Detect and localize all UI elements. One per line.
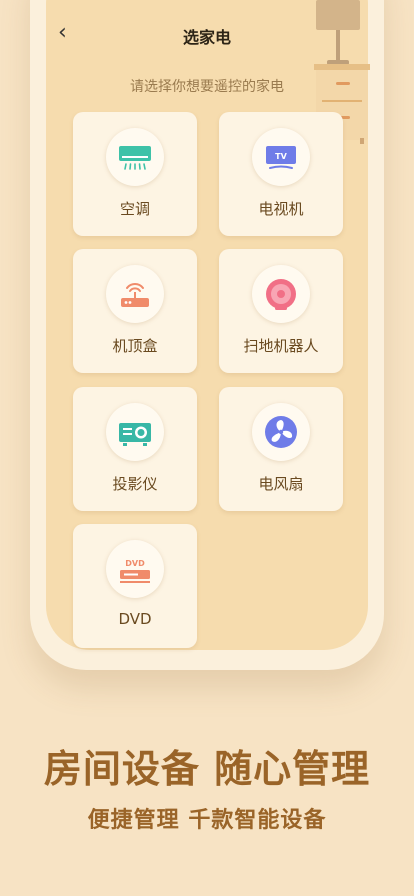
device-card-fan[interactable]: 电风扇: [219, 387, 343, 511]
device-card-tv[interactable]: TV 电视机: [219, 112, 343, 236]
device-card-dvd[interactable]: DVD DVD: [73, 524, 197, 648]
device-label: 电视机: [258, 200, 304, 218]
tv-badge: TV: [275, 152, 287, 161]
device-label: DVD: [118, 610, 152, 628]
device-card-robot-vacuum[interactable]: 扫地机器人: [219, 249, 343, 373]
device-card-set-top-box[interactable]: 机顶盒: [73, 249, 197, 373]
air-conditioner-icon: [106, 128, 164, 186]
tv-icon: TV: [252, 128, 310, 186]
device-label: 扫地机器人: [243, 337, 319, 355]
cabinet-top: [314, 64, 370, 70]
promo-headline: 房间设备 随心管理: [43, 747, 371, 791]
device-label: 机顶盒: [112, 337, 158, 355]
fan-icon: [252, 403, 310, 461]
projector-icon: [106, 403, 164, 461]
promo-subline: 便捷管理 千款智能设备: [87, 808, 327, 833]
page-title: 选家电: [182, 28, 231, 47]
set-top-box-icon: [106, 265, 164, 323]
device-label: 电风扇: [258, 475, 304, 493]
device-label: 投影仪: [112, 475, 158, 493]
device-card-projector[interactable]: 投影仪: [73, 387, 197, 511]
dvd-badge: DVD: [125, 559, 145, 568]
cabinet-divider: [322, 100, 362, 102]
device-label: 空调: [119, 200, 150, 218]
cabinet-leg: [360, 138, 364, 144]
page-subtitle: 请选择你想要遥控的家电: [130, 79, 284, 95]
robot-vacuum-icon: [252, 265, 310, 323]
dvd-player-icon: DVD: [106, 540, 164, 598]
device-card-air-conditioner[interactable]: 空调: [73, 112, 197, 236]
